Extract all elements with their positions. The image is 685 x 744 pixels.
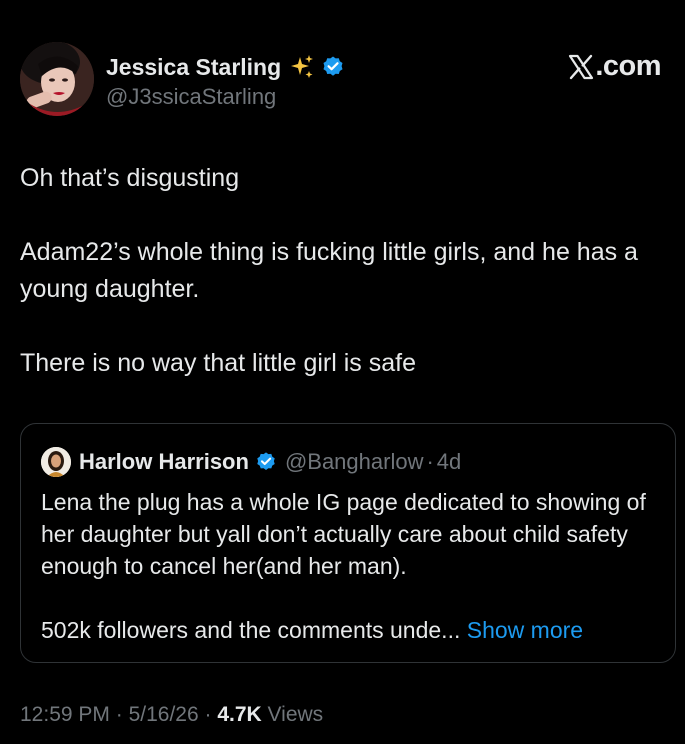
quoted-paragraph: Lena the plug has a whole IG page dedica… xyxy=(41,489,646,579)
show-more-link[interactable]: Show more xyxy=(467,617,583,643)
tweet-paragraph: Oh that’s disgusting xyxy=(20,164,240,192)
quoted-tweet[interactable]: Harlow Harrison @Bangharlow · 4d Lena th… xyxy=(20,423,676,663)
tweet-paragraph: There is no way that little girl is safe xyxy=(20,349,416,377)
quoted-paragraph-truncated: 502k followers and the comments unde... … xyxy=(41,614,661,646)
views-count[interactable]: 4.7K xyxy=(217,703,261,726)
verified-badge-icon[interactable] xyxy=(255,451,277,473)
tweet-card: Jessica Starling @J3ssicaStarling .com O… xyxy=(0,0,685,744)
quoted-tweet-body: Lena the plug has a whole IG page dedica… xyxy=(41,486,661,646)
quoted-author-avatar[interactable] xyxy=(41,447,71,477)
brand-label: .com xyxy=(595,50,661,82)
quoted-separator: · xyxy=(426,449,434,474)
views-label: Views xyxy=(267,703,324,726)
quoted-author-display-name[interactable]: Harlow Harrison xyxy=(79,449,249,475)
brand-watermark: .com xyxy=(568,50,661,83)
quoted-author-avatar-image xyxy=(41,447,71,477)
author-display-name[interactable]: Jessica Starling xyxy=(106,54,281,81)
author-name-row: Jessica Starling xyxy=(106,52,345,82)
post-time[interactable]: 12:59 PM xyxy=(20,703,110,726)
meta-separator: · xyxy=(115,703,123,726)
tweet-meta: 12:59 PM · 5/16/26 · 4.7K Views xyxy=(20,703,323,727)
author-handle[interactable]: @J3ssicaStarling xyxy=(106,84,345,110)
verified-badge-icon[interactable] xyxy=(321,55,345,79)
tweet-body: Oh that’s disgusting Adam22’s whole thin… xyxy=(20,160,660,382)
author-avatar[interactable] xyxy=(20,42,94,116)
author-identity: Jessica Starling @J3ssicaStarling xyxy=(106,52,345,110)
post-date[interactable]: 5/16/26 xyxy=(129,703,199,726)
quoted-truncated-text: 502k followers and the comments unde... xyxy=(41,617,461,643)
quoted-author-handle[interactable]: @Bangharlow xyxy=(285,449,424,475)
quoted-tweet-header: Harlow Harrison @Bangharlow · 4d xyxy=(41,447,461,477)
tweet-paragraph: Adam22’s whole thing is fucking little g… xyxy=(20,238,638,303)
quoted-post-age[interactable]: 4d xyxy=(437,449,461,475)
tweet-header: Jessica Starling @J3ssicaStarling xyxy=(20,42,345,116)
author-avatar-image xyxy=(20,42,94,116)
meta-separator: · xyxy=(204,703,212,726)
sparkles-icon xyxy=(289,54,315,80)
x-logo-icon xyxy=(568,54,594,80)
